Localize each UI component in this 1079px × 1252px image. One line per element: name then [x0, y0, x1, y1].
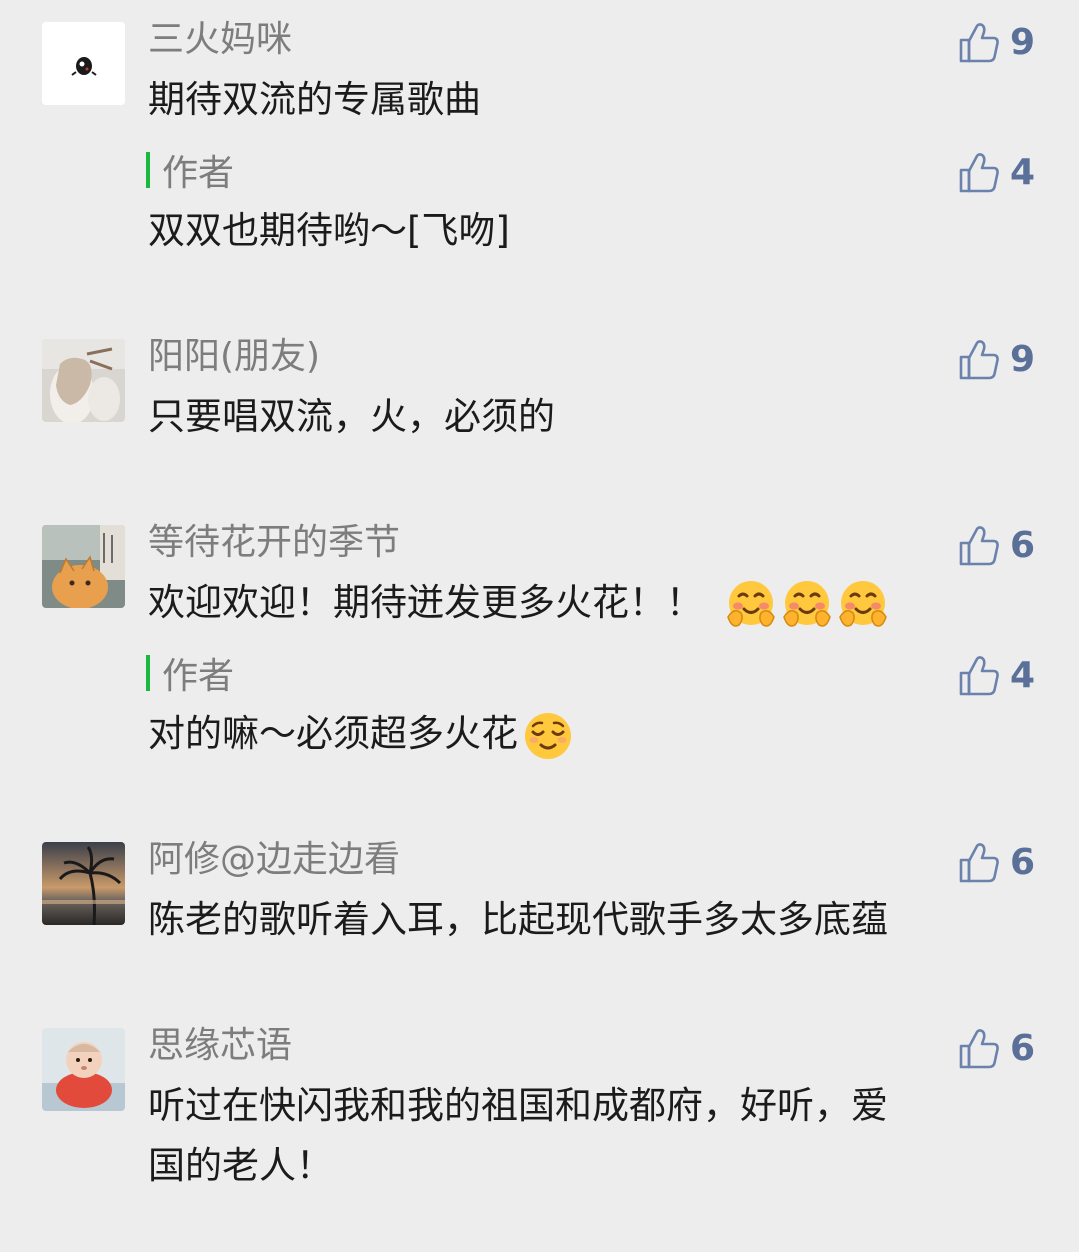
avatar[interactable] [42, 525, 125, 608]
like-count: 4 [1010, 655, 1036, 696]
hugging-face-emoji [781, 579, 833, 631]
thumbs-up-icon [958, 339, 1000, 381]
comment-username[interactable]: 三火妈咪 [148, 16, 292, 64]
reply-text-body: 对的嘛～必须超多火花 [148, 712, 518, 755]
reply-indicator-bar [146, 655, 150, 691]
relieved-face-emoji [522, 710, 574, 762]
hugging-face-emoji [725, 579, 777, 631]
author-reply-label: 作者 [146, 146, 234, 194]
hugging-face-emoji [837, 579, 889, 631]
like-button[interactable]: 6 [958, 522, 1035, 570]
thumbs-up-icon [958, 842, 1000, 884]
comment-text-line-2: 国的老人！ [148, 1144, 333, 1187]
comment-text: 只要唱双流，火，必须的 [148, 395, 555, 438]
thumbs-up-icon [958, 22, 1000, 64]
reply-author-label: 作者 [162, 656, 235, 697]
comment-text: 期待双流的专属歌曲 [148, 78, 481, 121]
like-button[interactable]: 6 [958, 1025, 1035, 1073]
reply-indicator-bar [146, 152, 150, 188]
like-button[interactable]: 4 [958, 149, 1035, 197]
reply-text: 对的嘛～必须超多火花 [148, 708, 574, 762]
avatar[interactable] [42, 842, 125, 925]
avatar[interactable] [42, 1028, 125, 1111]
comment-text-line-1: 听过在快闪我和我的祖国和成都府，好听，爱 [148, 1084, 888, 1127]
like-button[interactable]: 4 [958, 652, 1035, 700]
thumbs-up-icon [958, 152, 1000, 194]
avatar[interactable] [42, 339, 125, 422]
comment-text: 陈老的歌听着入耳，比起现代歌手多太多底蕴 [148, 898, 888, 941]
comment-username[interactable]: 等待花开的季节 [148, 519, 400, 567]
like-button[interactable]: 9 [958, 336, 1035, 384]
thumbs-up-icon [958, 525, 1000, 567]
thumbs-up-icon [958, 1028, 1000, 1070]
comment-username[interactable]: 阳阳(朋友) [148, 333, 320, 381]
like-count: 6 [1010, 842, 1036, 883]
avatar[interactable] [42, 22, 125, 105]
like-button[interactable]: 6 [958, 839, 1035, 887]
author-reply-label: 作者 [146, 649, 234, 697]
thumbs-up-icon [958, 655, 1000, 697]
like-button[interactable]: 9 [958, 19, 1035, 67]
comment-username[interactable]: 阿修@边走边看 [148, 836, 400, 884]
comment-text: 欢迎欢迎！期待迸发更多火花！！ [148, 577, 889, 631]
like-count: 9 [1010, 22, 1036, 63]
like-count: 9 [1010, 339, 1036, 380]
comment-text-body: 欢迎欢迎！期待迸发更多火花！！ [148, 581, 703, 624]
comment-username[interactable]: 思缘芯语 [148, 1022, 292, 1070]
reply-text: 双双也期待哟～[飞吻] [148, 209, 510, 252]
like-count: 6 [1010, 1028, 1036, 1069]
reply-author-label: 作者 [162, 153, 235, 194]
like-count: 4 [1010, 152, 1036, 193]
like-count: 6 [1010, 525, 1036, 566]
